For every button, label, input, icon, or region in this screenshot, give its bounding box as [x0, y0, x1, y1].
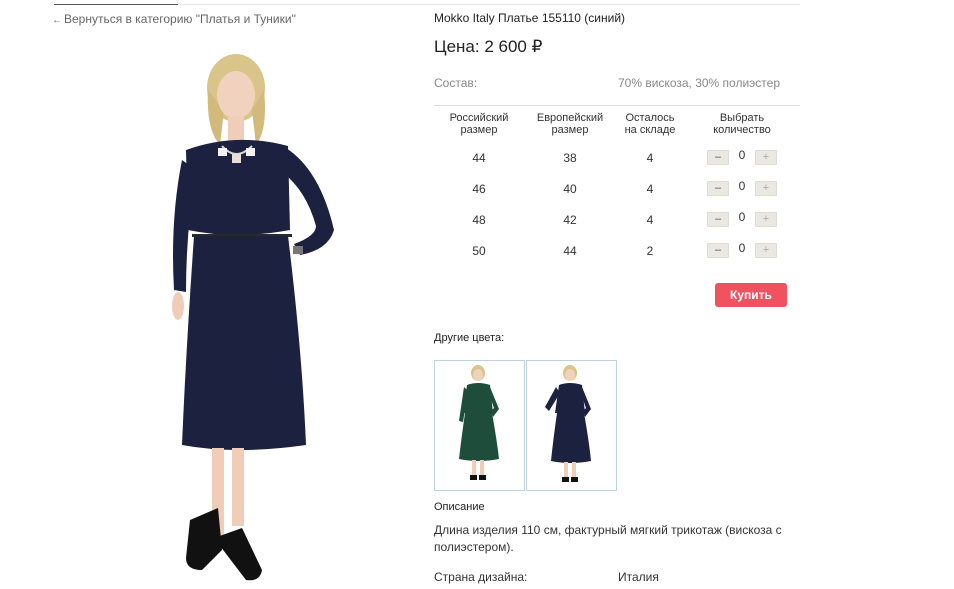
- product-title: Mokko Italy Платье 155110 (синий): [434, 11, 626, 25]
- quantity-stepper: – 0 +: [684, 147, 800, 165]
- european-size-cell: 44: [563, 243, 577, 258]
- top-divider-left: [54, 4, 178, 5]
- description-text: Длина изделия 110 см, фактурный мягкий т…: [434, 523, 782, 554]
- header-stock: Осталось на складе: [624, 112, 676, 136]
- increase-quantity-button[interactable]: +: [755, 243, 777, 258]
- increase-quantity-button[interactable]: +: [755, 181, 777, 196]
- back-arrow-icon: ←: [52, 15, 62, 26]
- composition-label: Состав:: [434, 76, 478, 90]
- quantity-stepper: – 0 +: [684, 209, 800, 227]
- table-row: 44 38 4 – 0 +: [434, 142, 800, 173]
- size-table-header: Российский размер Европейский размер Остал…: [434, 112, 800, 142]
- buy-button[interactable]: Купить: [715, 283, 787, 307]
- header-russian-size: Российский размер: [449, 112, 509, 136]
- table-row: 46 40 4 – 0 +: [434, 173, 800, 204]
- country-label: Страна дизайна:: [434, 570, 528, 584]
- russian-size-cell: 50: [472, 243, 486, 258]
- top-divider-right: [180, 4, 800, 5]
- european-size-cell: 40: [563, 181, 577, 196]
- stock-cell: 4: [646, 150, 654, 165]
- back-to-category-link[interactable]: ← Вернуться в категорию "Платья и Туники": [52, 12, 296, 26]
- description-label: Описание: [434, 501, 485, 513]
- table-row: 48 42 4 – 0 +: [434, 204, 800, 235]
- decrease-quantity-button[interactable]: –: [707, 243, 729, 258]
- increase-quantity-button[interactable]: +: [755, 150, 777, 165]
- russian-size-cell: 46: [472, 181, 486, 196]
- quantity-stepper: – 0 +: [684, 178, 800, 196]
- header-european-size: Европейский размер: [536, 112, 604, 136]
- decrease-quantity-button[interactable]: –: [707, 181, 729, 196]
- table-divider: [434, 105, 800, 106]
- increase-quantity-button[interactable]: +: [755, 212, 777, 227]
- quantity-value: 0: [738, 147, 746, 162]
- color-variant-navy-thumbnail[interactable]: [526, 360, 617, 491]
- header-quantity: Выбрать количество: [713, 112, 771, 136]
- quantity-value: 0: [738, 178, 746, 193]
- decrease-quantity-button[interactable]: –: [707, 150, 729, 165]
- russian-size-cell: 48: [472, 212, 486, 227]
- european-size-cell: 38: [563, 150, 577, 165]
- green-dress-photo-icon: [459, 365, 499, 480]
- size-table: Российский размер Европейский размер Остал…: [434, 112, 800, 266]
- quantity-stepper: – 0 +: [684, 240, 800, 258]
- quantity-value: 0: [738, 209, 746, 224]
- quantity-value: 0: [738, 240, 746, 255]
- other-colors-label: Другие цвета:: [434, 332, 505, 344]
- color-variant-green-thumbnail[interactable]: [434, 360, 525, 491]
- product-photo[interactable]: [160, 50, 350, 585]
- back-link-label: Вернуться в категорию "Платья и Туники": [64, 12, 296, 26]
- country-value: Италия: [618, 570, 659, 584]
- composition-value: 70% вискоза, 30% полиэстер: [618, 76, 780, 90]
- stock-cell: 2: [646, 243, 654, 258]
- decrease-quantity-button[interactable]: –: [707, 212, 729, 227]
- product-price: Цена: 2 600 ₽: [434, 37, 543, 56]
- stock-cell: 4: [646, 181, 654, 196]
- stock-cell: 4: [646, 212, 654, 227]
- european-size-cell: 42: [563, 212, 577, 227]
- russian-size-cell: 44: [472, 150, 486, 165]
- table-row: 50 44 2 – 0 +: [434, 235, 800, 266]
- navy-dress-photo-icon: [545, 365, 591, 482]
